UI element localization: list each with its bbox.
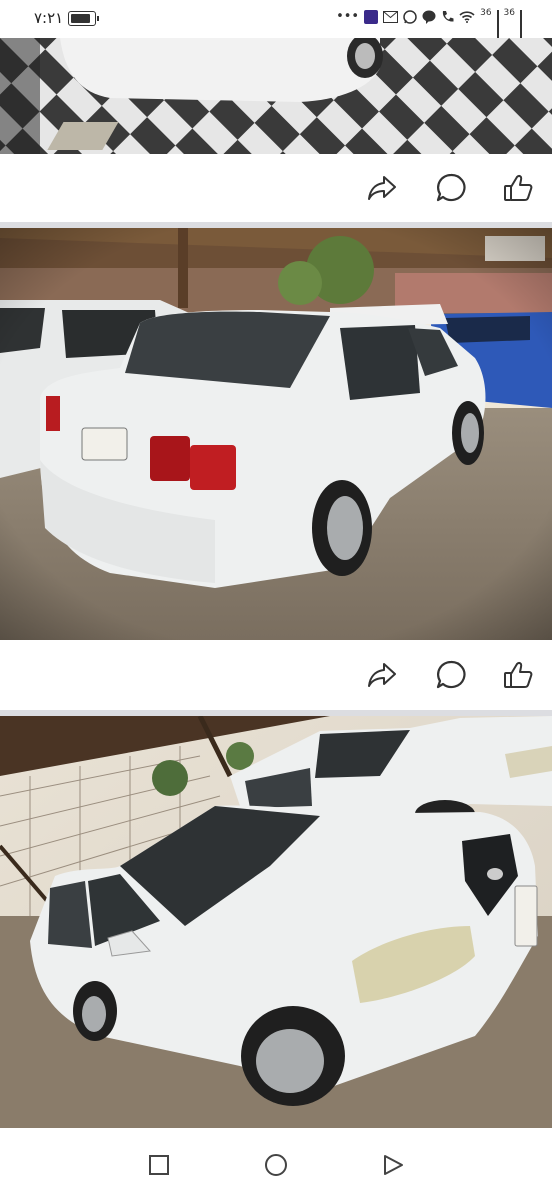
network-type-label: 36	[480, 7, 492, 18]
like-icon	[504, 175, 533, 201]
post-actions-2	[0, 640, 552, 710]
post-image-3[interactable]	[0, 716, 552, 1128]
recents-icon	[149, 1155, 169, 1175]
comment-icon	[436, 660, 466, 689]
back-icon	[384, 1155, 403, 1175]
app-notification-icon	[364, 9, 379, 24]
network-type-label-2: 36	[503, 7, 515, 18]
phone-icon	[442, 11, 454, 22]
comment-icon	[436, 173, 466, 202]
navigation-bar	[0, 1134, 552, 1196]
like-button[interactable]	[501, 171, 535, 205]
battery-icon	[68, 11, 99, 26]
like-icon	[504, 662, 533, 688]
messenger-icon	[422, 10, 436, 24]
comment-button[interactable]	[434, 658, 468, 692]
post-actions-1	[0, 154, 552, 222]
signal-icon	[520, 9, 522, 45]
share-button[interactable]	[365, 658, 399, 692]
back-button[interactable]	[381, 1153, 405, 1177]
share-icon	[368, 176, 396, 200]
clock: ٧:٢١	[34, 9, 64, 27]
status-bar: ٧:٢١ ••• 36 36	[0, 0, 552, 45]
signal-icon	[496, 9, 499, 45]
status-icons: ••• 36 36	[336, 7, 522, 45]
home-button[interactable]	[264, 1153, 288, 1177]
post-image-1[interactable]	[0, 38, 552, 154]
home-icon	[265, 1154, 287, 1176]
more-dots-icon: •••	[336, 9, 360, 24]
post-image-2[interactable]	[0, 228, 552, 640]
like-button[interactable]	[501, 658, 535, 692]
wifi-icon	[459, 11, 475, 23]
share-button[interactable]	[365, 171, 399, 205]
share-icon	[368, 663, 396, 687]
gmail-icon	[383, 10, 399, 23]
comment-button[interactable]	[434, 171, 468, 205]
recents-button[interactable]	[147, 1153, 171, 1177]
whatsapp-icon	[403, 9, 417, 24]
